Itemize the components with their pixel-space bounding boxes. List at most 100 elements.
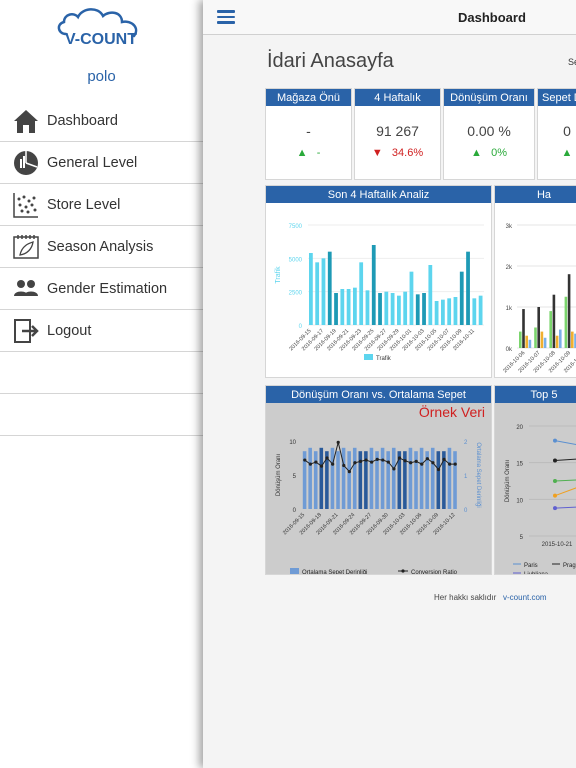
conversion-point <box>442 457 446 461</box>
basket-bar <box>419 447 424 509</box>
basket-bar <box>313 451 318 509</box>
scatter-icon <box>12 191 40 219</box>
legend-label: Prag <box>563 563 576 569</box>
traffic-bar <box>403 291 408 325</box>
conversion-point <box>386 460 390 464</box>
kpi-value: 91 267 <box>376 123 419 139</box>
traffic-bar <box>327 251 332 325</box>
kpi-title: 4 Haftalık <box>355 89 440 106</box>
kpi-value: 0 <box>563 123 571 139</box>
y-axis-label: Dönüşüm Oranı <box>505 459 511 502</box>
traffic-bar <box>478 295 483 325</box>
basket-bar <box>391 447 396 509</box>
calendar-leaf-icon <box>12 233 40 261</box>
series-line <box>554 458 576 461</box>
traffic-bar <box>459 271 464 325</box>
weekly-bar <box>525 335 528 348</box>
weekly-bar <box>559 329 562 348</box>
traffic-bar <box>371 245 376 325</box>
footer-rights: Her hakkı saklıdır <box>434 593 497 602</box>
traffic-bar <box>447 298 452 325</box>
y2-tick-label: 0 <box>464 508 468 514</box>
triangle-up-icon: ▲ <box>561 147 573 159</box>
kpi-card-conversion: Dönüşüm Oranı 0.00 % ▲ 0% <box>443 88 535 180</box>
menu-item-general-level[interactable]: General Level <box>0 142 203 184</box>
kpi-change: ▼ 34.6% <box>371 147 424 159</box>
conversion-point <box>314 460 318 464</box>
menu-item-logout[interactable]: Logout <box>0 310 203 352</box>
triangle-up-icon: ▲ <box>471 147 482 159</box>
weekly-bar <box>522 309 525 348</box>
menu-item-dashboard[interactable]: Dashboard <box>0 100 203 142</box>
y2-tick-label: 2 <box>464 440 468 446</box>
traffic-bar <box>384 291 389 325</box>
weekly-bar <box>549 311 552 348</box>
basket-bar <box>330 447 335 509</box>
weekly-bar <box>571 331 574 348</box>
series-line <box>554 479 576 482</box>
y-tick-label: 10 <box>516 498 523 504</box>
weekly-bar <box>555 335 559 348</box>
triangle-up-icon: ▲ <box>296 147 308 159</box>
menu-item-season-analysis[interactable]: Season Analysis <box>0 226 203 268</box>
traffic-bar <box>315 262 320 325</box>
basket-bar <box>341 447 346 509</box>
conversion-panel: Dönüşüm Oranı vs. Ortalama Sepet Örnek V… <box>265 385 492 576</box>
conversion-point <box>336 440 340 444</box>
traffic-bar <box>453 297 458 325</box>
conversion-point <box>358 459 363 463</box>
kpi-card-storefront: Mağaza Önü - ▲ - <box>265 88 352 180</box>
traffic-bar <box>365 290 370 325</box>
traffic-chart: 0250050007500Trafik2016-09-152016-09-172… <box>275 224 484 362</box>
page-title: İdari Anasayfa <box>267 50 394 72</box>
conversion-point <box>331 462 335 466</box>
menu-item-store-level[interactable]: Store Level <box>0 184 203 226</box>
side-menu: V-COUNT polo Dashboard General Level Sto… <box>0 0 203 768</box>
conversion-point <box>364 458 368 462</box>
basket-bar <box>347 451 351 509</box>
basket-bar <box>352 447 357 509</box>
kpi-change: ▲ <box>538 147 576 159</box>
hamburger-icon[interactable] <box>217 10 235 24</box>
kpi-value: - <box>306 123 311 139</box>
y-tick-label: 0 <box>293 508 297 514</box>
weekly-bar <box>543 337 547 348</box>
kpi-change: ▲ - <box>296 147 321 159</box>
store-selector-label[interactable]: Se <box>568 57 576 67</box>
series-line <box>554 487 576 497</box>
basket-bar <box>380 447 385 509</box>
kpi-card-basket: Sepet D 0 ▲ <box>537 88 576 180</box>
traffic-bar <box>340 289 345 325</box>
conversion-point <box>420 462 424 466</box>
top5-chart: 5 10 15 20 Dönüşüm Oranı 2015-10-21 Paris Prag L… <box>505 425 576 578</box>
conversion-point <box>392 467 396 471</box>
legend-swatch <box>401 569 405 573</box>
weekly-bar <box>564 296 568 348</box>
kpi-card-4-weeks: 4 Haftalık 91 267 ▼ 34.6% <box>354 88 441 180</box>
kpi-value: 0.00 % <box>467 123 511 139</box>
legend-swatch <box>290 568 299 574</box>
x-tick-label: 2015-10-21 <box>542 542 573 548</box>
conversion-point <box>436 467 441 472</box>
weekly-bar <box>519 331 522 348</box>
basket-bar <box>453 451 457 509</box>
conversion-point <box>425 457 429 461</box>
y-tick-label: 15 <box>516 462 523 468</box>
weekly-bar <box>552 294 556 348</box>
y-tick-label: 20 <box>516 425 523 431</box>
menu-spacer <box>0 394 203 436</box>
basket-bar <box>430 447 435 509</box>
conversion-point <box>342 463 346 468</box>
kpi-change: ▲ 0% <box>471 147 507 159</box>
conversion-point <box>303 458 307 462</box>
traffic-bar <box>359 262 364 325</box>
conversion-point <box>325 456 329 460</box>
traffic-bar <box>422 293 426 325</box>
footer-site-link[interactable]: v-count.com <box>503 593 547 602</box>
conversion-chart: 0 5 10 0 1 2 Dönüşüm Oranı Ortalama Sepet Derin… <box>276 440 481 576</box>
menu-item-gender-estimation[interactable]: Gender Estimation <box>0 268 203 310</box>
series-line <box>554 506 576 509</box>
kpi-title: Mağaza Önü <box>266 89 351 106</box>
traffic-bar <box>434 301 439 325</box>
y2-axis-label: Ortalama Sepet Derinliği <box>475 442 481 507</box>
